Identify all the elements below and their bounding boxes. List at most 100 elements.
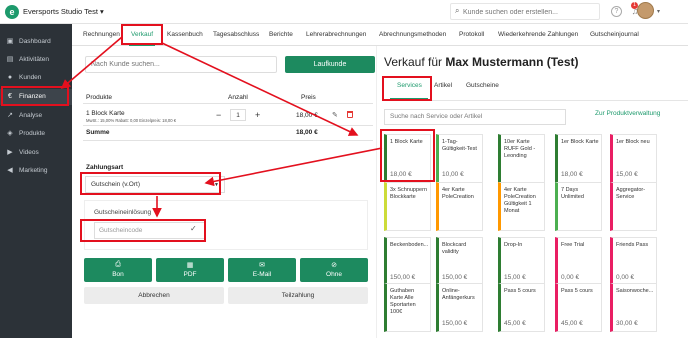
bon-button[interactable]: ⎙ Bon [84, 258, 152, 282]
service-card[interactable]: 1-Tag-Gültigkeit-Test 10,00 € [436, 134, 483, 183]
chart-icon: ↗ [7, 112, 13, 119]
cancel-button[interactable]: Abbrechen [84, 287, 224, 304]
highlight-verkauf [121, 24, 163, 45]
service-card[interactable]: Friends Pass 0,00 € [610, 237, 657, 286]
service-card-title: Online-Anfängerkurs [442, 288, 475, 301]
sidebar-item-kunden[interactable]: ● Kunden [0, 70, 72, 86]
title-prefix: Verkauf für [384, 55, 446, 69]
highlight-services [382, 76, 432, 101]
service-card[interactable]: Drop-In 15,00 € [498, 237, 545, 286]
tab-tagesabschluss[interactable]: Tagesabschluss [213, 24, 259, 46]
service-card[interactable]: 4er Karte PoleCreation [436, 182, 483, 231]
calendar-icon: ▤ [6, 56, 14, 63]
service-card-title: Pass 5 cours [561, 288, 593, 294]
megaphone-icon: ◀ [7, 167, 13, 174]
sidebar-item-videos[interactable]: ▶ Videos [0, 145, 72, 161]
laufkunde-button[interactable]: Laufkunde [285, 56, 375, 73]
tab-gutscheine[interactable]: Gutscheine [466, 82, 499, 89]
sidebar-item-label: Analyse [19, 112, 43, 119]
sidebar-item-marketing[interactable]: ◀ Marketing [0, 163, 72, 179]
button-label: E-Mail [252, 271, 272, 278]
service-card[interactable]: Guthaben Karte Alle Sportarten 100€ [384, 283, 431, 332]
tab-berichte[interactable]: Berichte [269, 24, 293, 46]
quantity-minus-button[interactable]: − [216, 110, 221, 120]
sidebar-item-label: Dashboard [19, 38, 51, 45]
sidebar-item-dashboard[interactable]: ▣ Dashboard [0, 34, 72, 50]
service-card-price: 45,00 € [504, 320, 526, 327]
divider [83, 140, 373, 141]
service-card[interactable]: Pass 5 cours 45,00 € [555, 283, 602, 332]
tab-abrechnungsmethoden[interactable]: Abrechnungsmethoden [379, 24, 446, 46]
service-card-price: 15,00 € [616, 171, 638, 178]
service-card-title: Saisonwoche... [616, 288, 654, 294]
chevron-down-icon[interactable]: ▾ [657, 8, 660, 15]
service-card[interactable]: Online-Anfängerkurs 150,00 € [436, 283, 483, 332]
tab-gutscheinjournal[interactable]: Gutscheinjournal [590, 24, 639, 46]
partial-payment-button[interactable]: Teilzahlung [228, 287, 368, 304]
global-search-input[interactable] [463, 6, 597, 18]
email-button[interactable]: ✉ E-Mail [228, 258, 296, 282]
sidebar-item-analyse[interactable]: ↗ Analyse [0, 108, 72, 124]
service-card-price: 45,00 € [561, 320, 583, 327]
sidebar-item-aktivitaeten[interactable]: ▤ Aktivitäten [0, 52, 72, 68]
service-card[interactable]: 10er Karte RUFF Gold - Leonding [498, 134, 545, 183]
service-card[interactable]: Saisonwoche... 30,00 € [610, 283, 657, 332]
page-title: Verkauf für Max Mustermann (Test) [384, 55, 579, 69]
customer-search-input[interactable] [85, 56, 277, 73]
tab-protokoll[interactable]: Protokoll [459, 24, 484, 46]
product-management-link[interactable]: Zur Produktverwaltung [595, 110, 660, 117]
tab-lehrerabrechnungen[interactable]: Lehrerabrechnungen [306, 24, 366, 46]
highlight-voucher [80, 219, 206, 242]
avatar[interactable] [637, 2, 654, 19]
service-search-input[interactable]: Suche nach Service oder Artikel [384, 109, 566, 125]
service-card[interactable]: Free Trial 0,00 € [555, 237, 602, 286]
quantity-plus-button[interactable]: + [255, 110, 260, 120]
pencil-icon[interactable]: ✎ [332, 111, 338, 119]
service-card-title: Pass 5 cours [504, 288, 536, 294]
box-icon: ◈ [7, 130, 13, 137]
service-card[interactable]: Beckenboden... 150,00 € [384, 237, 431, 286]
service-card-title: Aggregator-Service [616, 187, 646, 200]
service-card[interactable]: 1er Block neu 15,00 € [610, 134, 657, 183]
service-card-title: Friends Pass [616, 242, 649, 248]
service-card-price: 150,00 € [390, 274, 416, 281]
service-card[interactable]: 7 Days Unlimited [555, 182, 602, 231]
tab-rechnungen[interactable]: Rechnungen [83, 24, 120, 46]
button-label: Ohne [326, 271, 342, 278]
service-card-title: 4er Karte PoleCreation [442, 187, 474, 200]
sidebar: ▣ Dashboard ▤ Aktivitäten ● Kunden € Finanze… [0, 24, 72, 338]
service-card-price: 15,00 € [504, 274, 526, 281]
trash-icon[interactable] [347, 111, 353, 118]
service-card-title: 1-Tag-Gültigkeit-Test [442, 139, 477, 152]
help-icon[interactable]: ? [611, 6, 622, 17]
col-preis: Preis [301, 94, 316, 101]
global-search[interactable]: ⌕ [450, 3, 600, 20]
service-card[interactable]: 3x Schnuppern Blockkarte [384, 182, 431, 231]
sidebar-item-produkte[interactable]: ◈ Produkte [0, 126, 72, 142]
service-card-price: 30,00 € [616, 320, 638, 327]
divider [83, 103, 373, 104]
no-receipt-icon: ⊘ [331, 262, 337, 269]
payment-method-label: Zahlungsart [86, 164, 124, 171]
sum-label: Summe [86, 129, 110, 136]
service-card[interactable]: Pass 5 cours 45,00 € [498, 283, 545, 332]
service-card-title: Blockcard validity [442, 242, 467, 255]
service-card[interactable]: 1er Block Karte 18,00 € [555, 134, 602, 183]
tab-kassenbuch[interactable]: Kassenbuch [167, 24, 203, 46]
service-card[interactable]: Blockcard validity 150,00 € [436, 237, 483, 286]
service-card[interactable]: 4er Karte PoleCreation Gültigkeit 1 Mona… [498, 182, 545, 231]
col-anzahl: Anzahl [228, 94, 248, 101]
tab-wiederkehrende-zahlungen[interactable]: Wiederkehrende Zahlungen [498, 24, 578, 46]
top-bar: e Eversports Studio Test ▾ ⌕ ? ♫ 1 ▾ [0, 0, 688, 24]
pdf-button[interactable]: ▦ PDF [156, 258, 224, 282]
studio-selector[interactable]: Eversports Studio Test ▾ [23, 7, 104, 16]
ohne-button[interactable]: ⊘ Ohne [300, 258, 368, 282]
service-card-title: 10er Karte RUFF Gold - Leonding [504, 139, 536, 159]
tab-artikel[interactable]: Artikel [434, 82, 452, 89]
cart-product-details: MwSt.: 15,00% Rabatt: 0,00 Einzelpreis: … [86, 118, 177, 123]
person-icon: ● [7, 74, 13, 81]
quantity-field[interactable]: 1 [230, 109, 246, 121]
service-card[interactable]: Aggregator-Service [610, 182, 657, 231]
service-card-price: 18,00 € [561, 171, 583, 178]
finance-tabs: Rechnungen Verkauf Kassenbuch Tagesabsch… [72, 24, 688, 46]
